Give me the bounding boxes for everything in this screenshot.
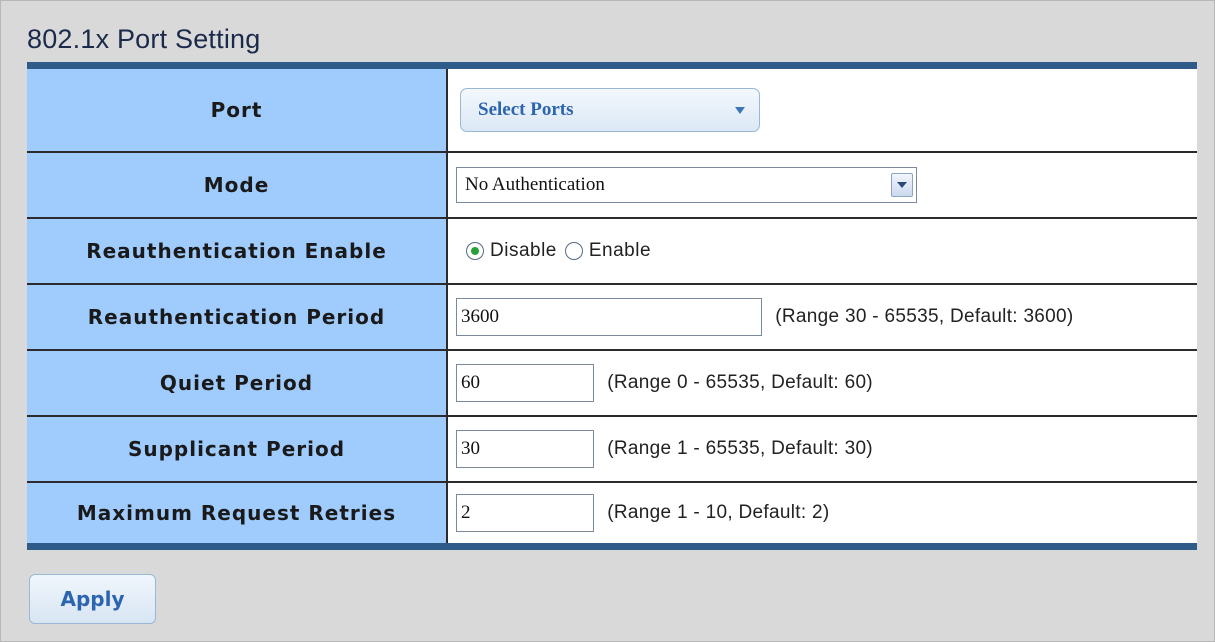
- enable-radio[interactable]: [564, 242, 583, 260]
- max-retries-label: Maximum Request Retries: [27, 481, 448, 547]
- row-supplicant-period: Supplicant Period (Range 1 - 65535, Defa…: [27, 415, 1197, 483]
- supplicant-period-cell: (Range 1 - 65535, Default: 30): [446, 415, 1197, 483]
- supplicant-period-hint: (Range 1 - 65535, Default: 30): [607, 438, 873, 459]
- supplicant-period-label: Supplicant Period: [27, 415, 448, 483]
- reauth-period-label: Reauthentication Period: [27, 283, 448, 351]
- disable-radio-label[interactable]: Disable: [490, 240, 557, 262]
- mode-label: Mode: [27, 151, 448, 219]
- reauth-period-input[interactable]: [456, 298, 762, 336]
- select-ports-dropdown[interactable]: Select Ports: [460, 88, 760, 132]
- chevron-down-icon[interactable]: [891, 173, 913, 197]
- quiet-period-cell: (Range 0 - 65535, Default: 60): [446, 349, 1197, 417]
- quiet-period-hint: (Range 0 - 65535, Default: 60): [607, 372, 873, 393]
- reauth-period-cell: (Range 30 - 65535, Default: 3600): [446, 283, 1197, 351]
- row-reauth-enable: Reauthentication Enable Disable Enable: [27, 217, 1197, 285]
- reauth-enable-radio-group: Disable Enable: [456, 240, 1197, 262]
- page-title: 802.1x Port Setting: [27, 24, 261, 54]
- mode-select[interactable]: No Authentication: [456, 167, 917, 203]
- mode-value-cell: No Authentication: [446, 151, 1197, 219]
- max-retries-hint: (Range 1 - 10, Default: 2): [607, 502, 830, 523]
- port-label: Port: [27, 65, 448, 153]
- settings-table: Port Select Ports Mode No Authentication…: [27, 62, 1197, 550]
- row-quiet-period: Quiet Period (Range 0 - 65535, Default: …: [27, 349, 1197, 417]
- max-retries-cell: (Range 1 - 10, Default: 2): [446, 481, 1197, 547]
- disable-radio[interactable]: [466, 242, 484, 260]
- page-frame: 802.1x Port Setting Port Select Ports Mo…: [0, 0, 1215, 642]
- row-port: Port Select Ports: [27, 65, 1197, 153]
- supplicant-period-input[interactable]: [456, 430, 594, 468]
- chevron-down-icon: [735, 106, 745, 114]
- port-value-cell: Select Ports: [446, 65, 1197, 153]
- apply-button[interactable]: Apply: [29, 574, 156, 624]
- row-max-retries: Maximum Request Retries (Range 1 - 10, D…: [27, 481, 1197, 547]
- quiet-period-input[interactable]: [456, 364, 594, 402]
- row-mode: Mode No Authentication: [27, 151, 1197, 219]
- select-ports-label: Select Ports: [478, 99, 574, 120]
- row-reauth-period: Reauthentication Period (Range 30 - 6553…: [27, 283, 1197, 351]
- reauth-enable-cell: Disable Enable: [446, 217, 1197, 285]
- quiet-period-label: Quiet Period: [27, 349, 448, 417]
- enable-radio-label[interactable]: Enable: [589, 240, 651, 262]
- max-retries-input[interactable]: [456, 494, 594, 532]
- reauth-period-hint: (Range 30 - 65535, Default: 3600): [775, 306, 1074, 327]
- reauth-enable-label: Reauthentication Enable: [27, 217, 448, 285]
- mode-select-value: No Authentication: [465, 174, 605, 195]
